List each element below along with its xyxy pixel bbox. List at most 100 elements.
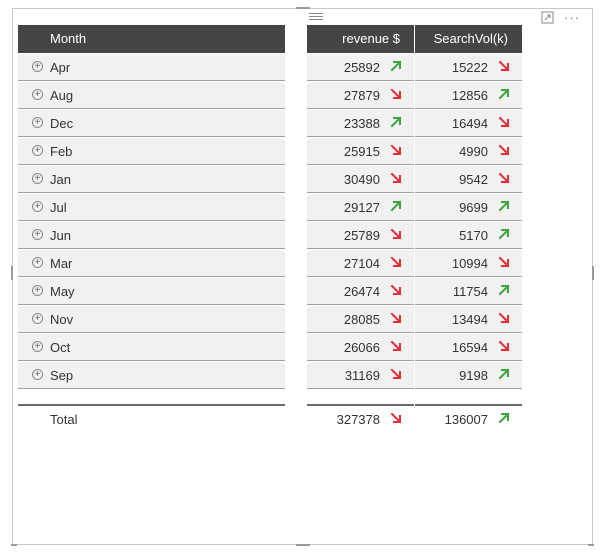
trend-down-arrow-icon xyxy=(498,144,510,156)
table-row[interactable]: + Apr xyxy=(18,54,285,81)
searchvol-cell[interactable]: 13494 xyxy=(415,306,522,333)
focus-mode-icon[interactable] xyxy=(541,11,554,24)
revenue-value: 29127 xyxy=(343,200,380,215)
drag-handle[interactable] xyxy=(309,13,323,21)
searchvol-value: 16594 xyxy=(451,340,488,355)
revenue-cell[interactable]: 27879 xyxy=(307,82,414,109)
month-label: Apr xyxy=(50,60,71,75)
month-column: Month + Apr + Aug + Dec + Feb + Jan + Jul + Jun + Mar + M… xyxy=(18,25,285,432)
searchvol-cell[interactable]: 16494 xyxy=(415,110,522,137)
table-row[interactable]: + Oct xyxy=(18,334,285,361)
searchvol-cell[interactable]: 15222 xyxy=(415,54,522,81)
expand-plus-icon[interactable]: + xyxy=(32,201,43,212)
resize-corner-bottom-right[interactable] xyxy=(588,544,594,546)
resize-handle-right[interactable] xyxy=(592,266,594,280)
month-label: Dec xyxy=(50,116,74,131)
searchvol-cell[interactable]: 16594 xyxy=(415,334,522,361)
trend-down-arrow-icon xyxy=(390,312,402,324)
trend-down-arrow-icon xyxy=(498,116,510,128)
trend-down-arrow-icon xyxy=(498,256,510,268)
table-row[interactable]: + May xyxy=(18,278,285,305)
table-row[interactable]: + Jan xyxy=(18,166,285,193)
searchvol-cell[interactable]: 9699 xyxy=(415,194,522,221)
trend-up-arrow-icon xyxy=(498,412,510,424)
expand-plus-icon[interactable]: + xyxy=(32,229,43,240)
revenue-cell[interactable]: 31169 xyxy=(307,362,414,389)
revenue-column: revenue $ 25892 27879 23388 25915 30490 29127… xyxy=(307,25,414,432)
searchvol-cell[interactable]: 10994 xyxy=(415,250,522,277)
resize-handle-bottom[interactable] xyxy=(296,544,310,546)
expand-plus-icon[interactable]: + xyxy=(32,145,43,156)
trend-up-arrow-icon xyxy=(498,200,510,212)
total-revenue-value: 327378 xyxy=(336,412,380,427)
trend-down-arrow-icon xyxy=(390,368,402,380)
trend-up-arrow-icon xyxy=(498,368,510,380)
expand-plus-icon[interactable]: + xyxy=(32,61,43,72)
expand-plus-icon[interactable]: + xyxy=(32,341,43,352)
revenue-cell[interactable]: 23388 xyxy=(307,110,414,137)
trend-up-arrow-icon xyxy=(390,116,402,128)
month-label: Jun xyxy=(50,228,71,243)
revenue-cell[interactable]: 25915 xyxy=(307,138,414,165)
more-options-icon[interactable]: ··· xyxy=(564,11,580,24)
revenue-value: 26066 xyxy=(343,340,380,355)
trend-down-arrow-icon xyxy=(390,412,402,424)
revenue-cell[interactable]: 26066 xyxy=(307,334,414,361)
searchvol-value: 4990 xyxy=(459,144,488,159)
month-label: Jan xyxy=(50,172,71,187)
trend-up-arrow-icon xyxy=(498,88,510,100)
table-row[interactable]: + Mar xyxy=(18,250,285,277)
trend-down-arrow-icon xyxy=(498,312,510,324)
revenue-value: 25789 xyxy=(343,228,380,243)
revenue-cell[interactable]: 27104 xyxy=(307,250,414,277)
revenue-cell[interactable]: 28085 xyxy=(307,306,414,333)
table-row[interactable]: + Jul xyxy=(18,194,285,221)
searchvol-cell[interactable]: 11754 xyxy=(415,278,522,305)
revenue-value: 31169 xyxy=(344,368,380,383)
revenue-value: 27879 xyxy=(343,88,380,103)
total-label: Total xyxy=(50,412,78,427)
month-label: Aug xyxy=(50,88,74,103)
revenue-cell[interactable]: 25789 xyxy=(307,222,414,249)
searchvol-cell[interactable]: 5170 xyxy=(415,222,522,249)
expand-plus-icon[interactable]: + xyxy=(32,173,43,184)
expand-plus-icon[interactable]: + xyxy=(32,369,43,380)
revenue-value: 30490 xyxy=(343,172,380,187)
revenue-cell[interactable]: 30490 xyxy=(307,166,414,193)
month-header[interactable]: Month xyxy=(18,25,285,53)
searchvol-value: 11754 xyxy=(452,284,488,299)
searchvol-cell[interactable]: 4990 xyxy=(415,138,522,165)
table-row[interactable]: + Dec xyxy=(18,110,285,137)
expand-plus-icon[interactable]: + xyxy=(32,117,43,128)
revenue-header[interactable]: revenue $ xyxy=(307,25,414,53)
searchvol-cell[interactable]: 9542 xyxy=(415,166,522,193)
table-row[interactable]: + Jun xyxy=(18,222,285,249)
trend-down-arrow-icon xyxy=(498,60,510,72)
searchvol-value: 15222 xyxy=(451,60,488,75)
revenue-cell[interactable]: 29127 xyxy=(307,194,414,221)
resize-corner-bottom-left[interactable] xyxy=(11,544,17,546)
trend-down-arrow-icon xyxy=(390,284,402,296)
searchvol-cell[interactable]: 12856 xyxy=(415,82,522,109)
resize-handle-top[interactable] xyxy=(296,7,310,9)
table-row[interactable]: + Sep xyxy=(18,362,285,389)
expand-plus-icon[interactable]: + xyxy=(32,313,43,324)
revenue-value: 25915 xyxy=(343,144,380,159)
trend-down-arrow-icon xyxy=(390,172,402,184)
revenue-cell[interactable]: 25892 xyxy=(307,54,414,81)
month-label: Sep xyxy=(50,368,74,383)
month-label: Nov xyxy=(50,312,74,327)
trend-up-arrow-icon xyxy=(390,60,402,72)
resize-handle-left[interactable] xyxy=(11,266,13,280)
revenue-cell[interactable]: 26474 xyxy=(307,278,414,305)
expand-plus-icon[interactable]: + xyxy=(32,285,43,296)
expand-plus-icon[interactable]: + xyxy=(32,89,43,100)
month-label: Oct xyxy=(50,340,71,355)
revenue-value: 26474 xyxy=(343,284,380,299)
table-row[interactable]: + Nov xyxy=(18,306,285,333)
table-row[interactable]: + Aug xyxy=(18,82,285,109)
searchvol-cell[interactable]: 9198 xyxy=(415,362,522,389)
table-row[interactable]: + Feb xyxy=(18,138,285,165)
expand-plus-icon[interactable]: + xyxy=(32,257,43,268)
searchvol-header[interactable]: SearchVol(k) xyxy=(415,25,522,53)
